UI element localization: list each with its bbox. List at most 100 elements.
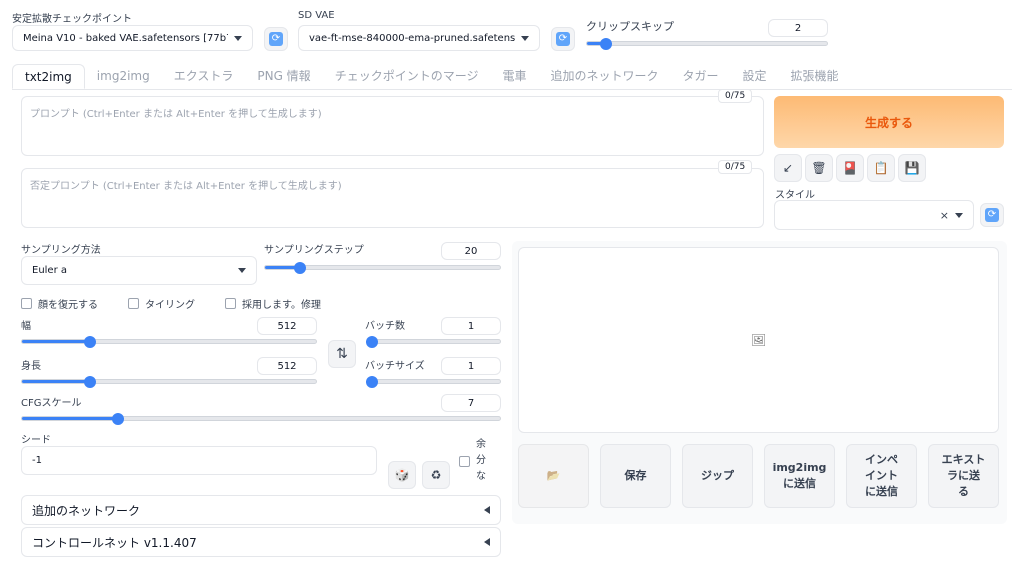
send-to-img2img-button[interactable]: img2img に送信 — [764, 444, 835, 508]
seed-label: シード — [21, 435, 51, 446]
batch-count-input[interactable]: 1 — [441, 317, 501, 335]
checkpoint-dropdown[interactable]: Meina V10 - baked VAE.safetensors [77b7d… — [12, 25, 253, 51]
refresh-icon: ⟳ — [269, 32, 283, 46]
send-to-inpaint-button[interactable]: インペ イント に送信 — [846, 444, 917, 508]
random-seed-button[interactable]: 🎲 — [388, 461, 416, 489]
hires-fix-label: 採用します。修理 — [242, 300, 321, 311]
send-to-img2img-line: img2img — [772, 461, 827, 474]
tiling-checkbox[interactable]: タイリング — [128, 296, 195, 311]
clip-skip-slider[interactable] — [586, 38, 828, 50]
tab-checkpoint-merge[interactable]: チェックポイントのマージ — [323, 64, 491, 89]
height-slider[interactable] — [21, 376, 317, 388]
vae-value: vae-ft-mse-840000-ema-pruned.safetensors — [309, 32, 515, 44]
dice-icon: 🎲 — [394, 468, 410, 482]
sampling-steps-thumb[interactable] — [294, 262, 307, 274]
send-to-extras-line: エキスト — [941, 453, 986, 466]
tab-tagger[interactable]: タガー — [670, 64, 730, 89]
zip-button[interactable]: ジップ — [682, 444, 753, 508]
sampling-steps-slider[interactable] — [264, 262, 501, 274]
sampling-steps-input[interactable]: 20 — [441, 242, 501, 260]
apply-style-button[interactable]: 📋 — [867, 154, 895, 182]
clear-icon[interactable]: × — [940, 209, 949, 222]
sampling-method-label: サンプリング方法 — [21, 245, 101, 256]
checkbox-box[interactable] — [128, 298, 139, 309]
restore-faces-checkbox[interactable]: 顔を復元する — [21, 296, 98, 311]
tab-txt2img[interactable]: txt2img — [12, 64, 85, 89]
hires-fix-checkbox[interactable]: 採用します。修理 — [225, 296, 321, 311]
height-label: 身長 — [21, 361, 41, 372]
batch-count-slider[interactable] — [366, 336, 501, 348]
generate-button[interactable]: 生成する — [774, 96, 1004, 148]
controlnet-accordion[interactable]: コントロールネット v1.1.407 — [21, 527, 501, 557]
cfg-scale-slider[interactable] — [21, 413, 501, 425]
collapse-arrow-icon — [484, 506, 490, 514]
read-params-button[interactable]: ↙ — [774, 154, 802, 182]
sampling-method-dropdown[interactable]: Euler a — [21, 256, 257, 285]
width-fill — [22, 340, 90, 343]
send-to-extras-button[interactable]: エキスト ラに送 る — [928, 444, 999, 508]
swap-dimensions-button[interactable]: ⇅ — [328, 340, 356, 368]
prompt-token-counter: 0/75 — [718, 89, 753, 103]
extra-networks-button[interactable]: 🎴 — [836, 154, 864, 182]
save-style-button[interactable]: 💾 — [898, 154, 926, 182]
vae-refresh-button[interactable]: ⟳ — [551, 27, 575, 51]
send-to-extras-line: る — [958, 485, 969, 498]
sampling-method-value: Euler a — [32, 265, 68, 276]
refresh-icon: ⟳ — [556, 32, 570, 46]
refresh-icon: ⟳ — [985, 208, 999, 222]
tab-extensions[interactable]: 拡張機能 — [779, 64, 851, 89]
additional-networks-accordion[interactable]: 追加のネットワーク — [21, 495, 501, 525]
prompt-textarea[interactable]: プロンプト (Ctrl+Enter または Alt+Enter を押して生成しま… — [21, 96, 764, 156]
checkbox-box[interactable] — [225, 298, 236, 309]
sampling-steps-label: サンプリングステップ — [264, 245, 364, 256]
negative-prompt-textarea[interactable]: 否定プロンプト (Ctrl+Enter または Alt+Enter を押して生成… — [21, 168, 764, 228]
batch-size-thumb[interactable] — [366, 376, 378, 388]
cfg-scale-input[interactable]: 7 — [441, 394, 501, 412]
batch-size-label: バッチサイズ — [365, 361, 425, 372]
batch-count-thumb[interactable] — [366, 336, 378, 348]
tiling-label: タイリング — [145, 300, 195, 311]
chevron-down-icon — [521, 35, 529, 41]
batch-size-input[interactable]: 1 — [441, 357, 501, 375]
clear-prompt-button[interactable]: 🗑 — [805, 154, 833, 182]
width-thumb[interactable] — [83, 336, 96, 348]
output-image-area[interactable]: 🖼 — [518, 247, 999, 433]
seed-input[interactable]: -1 — [21, 446, 377, 475]
tab-img2img[interactable]: img2img — [85, 64, 162, 89]
clip-skip-input[interactable]: 2 — [768, 19, 828, 37]
vae-dropdown[interactable]: vae-ft-mse-840000-ema-pruned.safetensors — [298, 25, 540, 51]
checkpoint-refresh-button[interactable]: ⟳ — [264, 27, 288, 51]
height-thumb[interactable] — [83, 376, 96, 388]
trash-icon: 🗑 — [811, 161, 827, 175]
style-dropdown[interactable]: × — [774, 200, 974, 230]
arrow-icon: ↙ — [782, 161, 794, 175]
checkbox-box[interactable] — [21, 298, 32, 309]
width-slider[interactable] — [21, 336, 317, 348]
cfg-scale-thumb[interactable] — [111, 413, 124, 425]
send-to-inpaint-line: イント — [865, 469, 898, 482]
tab-png-info[interactable]: PNG 情報 — [245, 64, 322, 89]
tab-extras[interactable]: エクストラ — [162, 64, 246, 89]
generate-label: 生成する — [864, 115, 913, 130]
image-icon: 🖼 — [750, 333, 767, 347]
chevron-down-icon — [238, 268, 246, 273]
tab-additional-networks[interactable]: 追加のネットワーク — [538, 64, 670, 89]
style-refresh-button[interactable]: ⟳ — [980, 203, 1004, 227]
open-folder-button[interactable]: 📂 — [518, 444, 589, 508]
batch-size-slider[interactable] — [366, 376, 501, 388]
cfg-scale-fill — [22, 417, 118, 420]
red-card-icon: 🎴 — [842, 161, 858, 175]
swap-icon: ⇅ — [336, 346, 348, 362]
style-label: スタイル — [775, 190, 815, 201]
reuse-seed-button[interactable]: ♻ — [422, 461, 450, 489]
folder-icon: 📂 — [546, 469, 561, 482]
tab-settings[interactable]: 設定 — [731, 64, 779, 89]
clip-skip-thumb[interactable] — [600, 38, 613, 50]
tab-train[interactable]: 電車 — [490, 64, 538, 89]
height-input[interactable]: 512 — [257, 357, 317, 375]
option-checkboxes: 顔を復元する タイリング 採用します。修理 — [21, 296, 321, 311]
extra-seed-checkbox[interactable] — [459, 456, 470, 467]
save-button[interactable]: 保存 — [600, 444, 671, 508]
chevron-down-icon — [955, 212, 963, 218]
width-input[interactable]: 512 — [257, 317, 317, 335]
